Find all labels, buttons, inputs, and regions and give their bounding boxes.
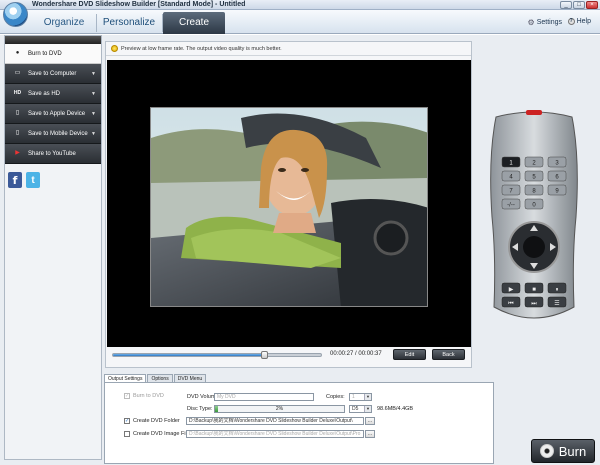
svg-text:☰: ☰ [554,300,559,307]
app-logo-icon [3,2,28,27]
sidebar-item-label: Save as HD [28,90,61,97]
sidebar-item-share-to-youtube[interactable]: ▶ Share to YouTube [5,144,101,164]
burn-to-dvd-label: Burn to DVD [133,393,164,399]
disc-type-label: Disc Type: [187,406,213,412]
monitor-icon: ▭ [14,70,21,76]
chevron-down-icon[interactable]: ▼ [91,91,96,97]
create-dvd-folder-label: Create DVD Folder [133,418,180,424]
disc-usage-percent: 2% [275,406,284,412]
create-dvd-image-checkbox[interactable] [124,431,130,437]
tab-personalize[interactable]: Personalize [97,12,161,34]
sidebar-item-save-as-hd[interactable]: HD Save as HD ▼ [5,84,101,104]
sidebar-header [5,36,101,44]
time-current: 00:00:27 [330,351,354,357]
svg-text:■: ■ [532,287,536,293]
facebook-icon[interactable]: f [8,172,22,188]
svg-text:⏮: ⏮ [508,301,514,307]
time-total: 00:00:37 [358,351,382,357]
disc-size: 98.6MB/4.4GB [377,406,414,412]
title-bar: Wondershare DVD Slideshow Builder [Stand… [0,0,600,10]
window-controls: _ □ × [560,1,598,9]
hd-icon: HD [13,90,22,96]
mobile-icon: ▯ [15,130,20,136]
sidebar-item-burn-to-dvd[interactable]: ● Burn to DVD [5,44,101,64]
burn-button[interactable]: Burn [531,439,595,463]
settings-label: Settings [536,19,562,26]
preview-tip-text: Preview at low frame rate. The output vi… [121,45,282,52]
chevron-down-icon[interactable]: ▼ [91,111,96,117]
edit-button[interactable]: Edit [393,349,426,360]
sidebar-item-label: Share to YouTube [28,150,76,157]
create-dvd-image-label: Create DVD Image File [133,431,190,437]
disc-burn-icon [539,444,554,458]
playback-controls: 00:00:27 / 00:00:37 Edit Back [106,349,471,367]
remote-graphic: 1 2 34 5 67 8 9-/-- 0 ▶ ■ ⏸ ⏮ ⏭ ☰ [490,110,578,319]
dvd-remote-control: 1 2 3 4 5 6 7 8 9 -/-- 0 ▶ ■ ⏸ ⏮ ⏭ ☰ [488,107,580,329]
close-button[interactable]: × [586,1,598,9]
chevron-down-icon: ▼ [364,394,371,400]
preview-tip: Preview at low frame rate. The output vi… [106,42,471,56]
output-settings: Output Settings Options DVD Menu ✓ Burn … [104,374,494,464]
preview-screen[interactable] [107,60,471,347]
sidebar-item-save-to-mobile-device[interactable]: ▯ Save to Mobile Device ▼ [5,124,101,144]
svg-text:▶: ▶ [509,287,514,293]
seek-slider[interactable] [112,351,322,359]
svg-text:⏭: ⏭ [531,301,537,307]
browse-image-button[interactable]: ... [365,430,375,438]
svg-text:⏸: ⏸ [555,287,558,293]
disc-icon: ● [15,50,20,56]
sidebar-item-label: Save to Mobile Device [28,130,88,137]
preview-panel: Preview at low frame rate. The output vi… [105,41,472,368]
disc-type-select[interactable]: D5 ▼ [349,405,372,413]
remote-key-label: -/-- [507,203,515,209]
sidebar-item-label: Save to Apple Device [28,110,86,117]
tab-create[interactable]: Create [163,12,225,34]
window-title: Wondershare DVD Slideshow Builder [Stand… [32,1,246,8]
browse-folder-button[interactable]: ... [365,417,375,425]
lightbulb-icon [111,45,118,52]
maximize-button[interactable]: □ [573,1,585,9]
copies-value: 1 [352,394,355,400]
back-button[interactable]: Back [432,349,465,360]
apple-device-icon: ▯ [15,110,20,116]
minimize-button[interactable]: _ [560,1,572,9]
chevron-down-icon[interactable]: ▼ [91,131,96,137]
dvd-folder-path-input[interactable]: D:\Backup\我的文档\Wondershare DVD Slideshow… [186,417,364,425]
timecode: 00:00:27 / 00:00:37 [330,351,382,357]
disc-type-value: D5 [352,406,359,412]
dvd-volume-input[interactable]: My DVD [214,393,314,401]
chevron-down-icon[interactable]: ▼ [91,71,96,77]
disc-usage-bar: 2% [214,405,345,413]
copies-select[interactable]: 1 ▼ [349,393,372,401]
gear-icon: ⚙ [527,18,535,27]
chevron-down-icon: ▼ [364,406,371,412]
seek-handle[interactable] [260,351,268,359]
tab-organize[interactable]: Organize [33,12,95,34]
top-navigation: Organize Personalize Create ⚙ Settings ?… [0,2,600,34]
output-sidebar: ● Burn to DVD ▭ Save to Computer ▼ HD Sa… [4,35,102,460]
social-links: f t [5,164,101,188]
copies-label: Copies: [326,394,345,400]
seek-progress [113,354,265,356]
help-link[interactable]: ? Help [567,18,591,25]
sidebar-item-label: Save to Computer [28,70,77,77]
create-dvd-folder-checkbox[interactable]: ✓ [124,418,130,424]
slideshow-image [151,108,427,306]
youtube-icon: ▶ [15,150,20,156]
output-settings-panel: ✓ Burn to DVD DVD Volume: My DVD Copies:… [104,382,494,464]
dvd-image-path-input[interactable]: D:\Backup\我的文档\Wondershare DVD Slideshow… [186,430,364,438]
twitter-icon[interactable]: t [26,172,40,188]
help-label: Help [576,18,591,25]
burn-to-dvd-checkbox[interactable]: ✓ [124,393,130,399]
burn-label: Burn [558,443,587,459]
main-area: ● Burn to DVD ▭ Save to Computer ▼ HD Sa… [0,35,600,465]
sidebar-item-save-to-computer[interactable]: ▭ Save to Computer ▼ [5,64,101,84]
preview-photo [150,107,428,307]
sidebar-item-save-to-apple-device[interactable]: ▯ Save to Apple Device ▼ [5,104,101,124]
settings-link[interactable]: ⚙ Settings [528,18,562,27]
help-icon: ? [567,18,575,25]
sidebar-item-label: Burn to DVD [28,50,62,57]
